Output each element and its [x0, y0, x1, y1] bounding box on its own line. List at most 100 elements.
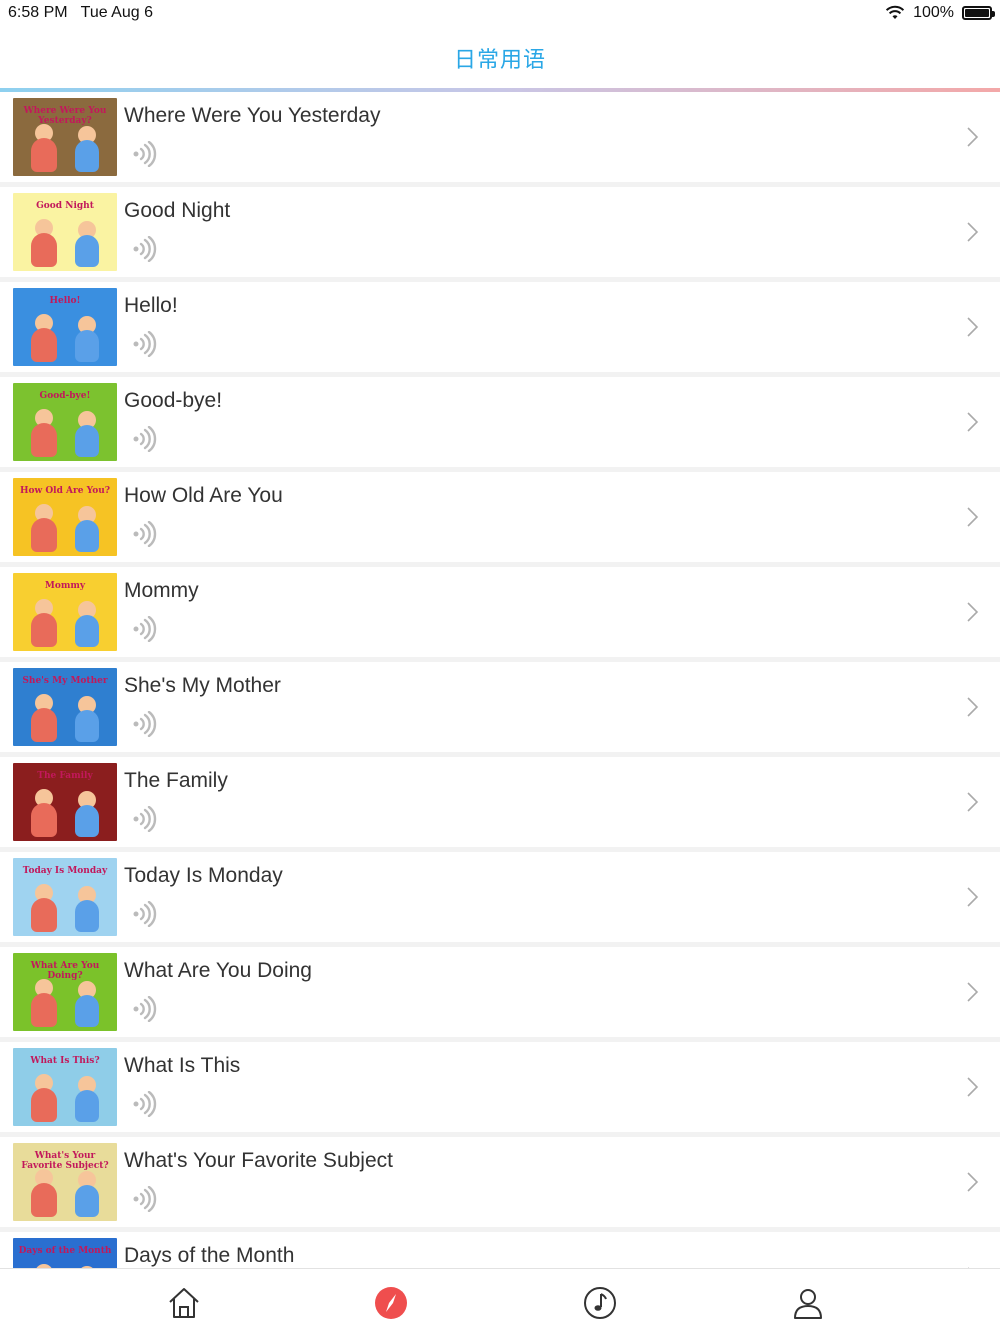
chevron-right-icon [967, 317, 979, 337]
lesson-row[interactable]: Days of the Month Days of the Month [0, 1232, 1000, 1268]
chevron-right-icon [967, 602, 979, 622]
character-icon [31, 1088, 57, 1122]
thumbnail-caption: Good-bye! [39, 391, 91, 401]
lesson-title: What Are You Doing [124, 959, 312, 982]
lesson-row[interactable]: What Is This? What Is This [0, 1042, 1000, 1132]
status-time: 6:58 PM [8, 4, 68, 21]
speaker-icon[interactable] [131, 711, 157, 737]
character-icon [75, 235, 99, 267]
thumbnail-caption: What's Your Favorite Subject? [21, 1151, 109, 1171]
character-icon [75, 520, 99, 552]
lesson-title: Good Night [124, 199, 231, 222]
lesson-row[interactable]: Good-bye! Good-bye! [0, 377, 1000, 467]
character-icon [75, 900, 99, 932]
lesson-thumbnail: What Are You Doing? [13, 953, 117, 1031]
speaker-icon[interactable] [131, 1186, 157, 1212]
character-icon [75, 710, 99, 742]
speaker-icon[interactable] [131, 996, 157, 1022]
lesson-thumbnail: Mommy [13, 573, 117, 651]
character-icon [31, 138, 57, 172]
lesson-thumbnail: The Family [13, 763, 117, 841]
chevron-right-icon [967, 697, 979, 717]
chevron-right-icon [967, 1172, 979, 1192]
lesson-row[interactable]: Hello! Hello! [0, 282, 1000, 372]
lesson-title: The Family [124, 769, 228, 792]
lesson-row[interactable]: She's My Mother She's My Mother [0, 662, 1000, 752]
character-icon [31, 708, 57, 742]
lesson-row[interactable]: Good Night Good Night [0, 187, 1000, 277]
chevron-right-icon [967, 127, 979, 147]
lesson-thumbnail: Where Were You Yesterday? [13, 98, 117, 176]
speaker-icon[interactable] [131, 426, 157, 452]
lesson-title: Days of the Month [124, 1244, 295, 1267]
character-icon [75, 1185, 99, 1217]
lesson-list[interactable]: Where Were You Yesterday? Where Were You … [0, 92, 1000, 1268]
lesson-thumbnail: Today Is Monday [13, 858, 117, 936]
character-icon [31, 613, 57, 647]
character-icon [75, 140, 99, 172]
chevron-right-icon [967, 412, 979, 432]
lesson-title: Hello! [124, 294, 178, 317]
thumbnail-caption: Mommy [44, 581, 86, 591]
character-icon [31, 993, 57, 1027]
chevron-right-icon [967, 1077, 979, 1097]
lesson-row[interactable]: What Are You Doing? What Are You Doing [0, 947, 1000, 1037]
character-icon [31, 233, 57, 267]
thumbnail-caption: Good Night [36, 201, 94, 211]
speaker-icon[interactable] [131, 616, 157, 642]
speaker-icon[interactable] [131, 331, 157, 357]
lesson-title: Good-bye! [124, 389, 223, 412]
wifi-icon [885, 5, 905, 19]
thumbnail-caption: The Family [37, 771, 93, 781]
tab-bar [0, 1268, 1000, 1334]
lesson-row[interactable]: How Old Are You? How Old Are You [0, 472, 1000, 562]
status-bar: 6:58 PM Tue Aug 6 100% [0, 0, 1000, 28]
page-title: 日常用语 [453, 47, 546, 72]
speaker-icon[interactable] [131, 1091, 157, 1117]
profile-icon[interactable] [790, 1285, 826, 1321]
character-icon [31, 423, 57, 457]
speaker-icon[interactable] [131, 236, 157, 262]
speaker-icon[interactable] [131, 521, 157, 547]
character-icon [75, 995, 99, 1027]
lesson-title: Where Were You Yesterday [124, 104, 381, 127]
speaker-icon[interactable] [131, 901, 157, 927]
speaker-icon[interactable] [131, 806, 157, 832]
lesson-thumbnail: Good-bye! [13, 383, 117, 461]
character-icon [75, 615, 99, 647]
thumbnail-caption: How Old Are You? [19, 486, 111, 496]
character-icon [31, 803, 57, 837]
compass-icon[interactable] [373, 1285, 409, 1321]
character-icon [75, 330, 99, 362]
thumbnail-caption: What Is This? [30, 1056, 100, 1066]
chevron-right-icon [967, 887, 979, 907]
thumbnail-caption: Hello! [49, 296, 81, 306]
home-icon[interactable] [166, 1285, 202, 1321]
music-note-icon[interactable] [582, 1285, 618, 1321]
lesson-title: What Is This [124, 1054, 241, 1077]
thumbnail-caption: She's My Mother [22, 676, 108, 686]
lesson-thumbnail: What's Your Favorite Subject? [13, 1143, 117, 1221]
lesson-title: Today Is Monday [124, 864, 283, 887]
thumbnail-caption: What Are You Doing? [30, 961, 100, 981]
lesson-thumbnail: She's My Mother [13, 668, 117, 746]
chevron-right-icon [967, 507, 979, 527]
battery-percent: 100% [913, 4, 954, 21]
lesson-thumbnail: What Is This? [13, 1048, 117, 1126]
character-icon [75, 1090, 99, 1122]
character-icon [31, 328, 57, 362]
lesson-title: She's My Mother [124, 674, 281, 697]
lesson-row[interactable]: The Family The Family [0, 757, 1000, 847]
lesson-thumbnail: Hello! [13, 288, 117, 366]
character-icon [75, 425, 99, 457]
lesson-thumbnail: Good Night [13, 193, 117, 271]
character-icon [75, 805, 99, 837]
nav-bar: 日常用语 [0, 28, 1000, 88]
lesson-row[interactable]: What's Your Favorite Subject? What's Your… [0, 1137, 1000, 1227]
character-icon [31, 1183, 57, 1217]
lesson-row[interactable]: Mommy Mommy [0, 567, 1000, 657]
speaker-icon[interactable] [131, 141, 157, 167]
lesson-row[interactable]: Where Were You Yesterday? Where Were You … [0, 92, 1000, 182]
lesson-row[interactable]: Today Is Monday Today Is Monday [0, 852, 1000, 942]
chevron-right-icon [967, 982, 979, 1002]
